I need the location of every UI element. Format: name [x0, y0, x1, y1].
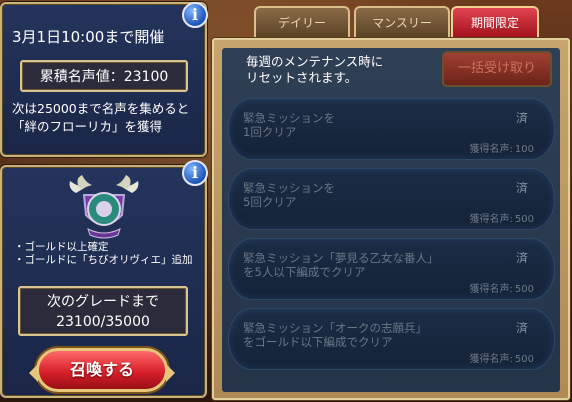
reward-value: 500: [514, 284, 534, 295]
next-grade-label: 次のグレードまで: [47, 294, 159, 310]
reset-note-line1: 毎週のメンテナンス時に: [246, 54, 384, 69]
mission-title-line2: をゴールド以下編成でクリア: [243, 335, 393, 349]
mission-item[interactable]: 緊急ミッションを 1回クリア 済 獲得名声: 100: [228, 98, 555, 160]
perk-item: ・ゴールド以上確定: [14, 241, 109, 253]
mission-title-line2: を5人以下編成でクリア: [243, 265, 366, 279]
claim-all-button[interactable]: 一括受け取り: [442, 51, 552, 87]
mission-title-line1: 緊急ミッションを: [243, 181, 335, 195]
reward-label: 獲得名声:: [469, 354, 513, 365]
mission-title-line2: 1回クリア: [243, 125, 297, 139]
next-reward-description: 次は25000まで名声を集めると 「絆のフローリカ」を獲得: [12, 100, 202, 136]
event-deadline: 3月1日10:00まで開催: [12, 28, 165, 46]
mission-title-line1: 緊急ミッションを: [243, 111, 335, 125]
mission-reward: 獲得名声: 100: [470, 140, 534, 155]
info-icon[interactable]: i: [182, 160, 208, 186]
mission-title: 緊急ミッションを 5回クリア: [243, 181, 493, 209]
mission-title-line1: 緊急ミッション「オークの志願兵」: [243, 321, 427, 335]
grade-perks: ・ゴールド以上確定 ・ゴールドに「ちびオリヴィエ」追加: [14, 241, 193, 267]
reset-note: 毎週のメンテナンス時に リセットされます。: [246, 54, 383, 86]
reset-note-line2: リセットされます。: [246, 70, 358, 85]
mission-status: 済: [515, 181, 528, 195]
mission-status: 済: [515, 321, 528, 335]
mission-status: 済: [515, 251, 528, 265]
fame-total-text: 累積名声値：23100: [39, 69, 169, 85]
mission-title: 緊急ミッションを 1回クリア: [243, 111, 493, 139]
next-grade-box: 次のグレードまで 23100/35000: [18, 286, 188, 336]
mission-title: 緊急ミッション「オークの志願兵」 をゴールド以下編成でクリア: [243, 321, 493, 349]
reward-label: 獲得名声:: [469, 284, 513, 295]
reward-value: 500: [514, 214, 534, 225]
tab-monthly[interactable]: マンスリー: [354, 6, 450, 38]
grade-emblem-icon: [69, 175, 139, 239]
mission-title-line1: 緊急ミッション「夢見る乙女な番人」: [243, 251, 439, 265]
mission-title: 緊急ミッション「夢見る乙女な番人」 を5人以下編成でクリア: [243, 251, 493, 279]
perk-item: ・ゴールドに「ちびオリヴィエ」追加: [14, 254, 193, 266]
fame-total-box: 累積名声値：23100: [20, 60, 188, 92]
next-grade-progress: 23100/35000: [56, 314, 150, 330]
reward-label: 獲得名声:: [469, 144, 513, 155]
mission-item[interactable]: 緊急ミッション「夢見る乙女な番人」 を5人以下編成でクリア 済 獲得名声: 500: [228, 238, 555, 300]
mission-reward: 獲得名声: 500: [470, 280, 534, 295]
tab-daily[interactable]: デイリー: [254, 6, 350, 38]
mission-item[interactable]: 緊急ミッション「オークの志願兵」 をゴールド以下編成でクリア 済 獲得名声: 50…: [228, 308, 555, 370]
tab-limited-time[interactable]: 期間限定: [451, 6, 539, 38]
mission-status: 済: [515, 111, 528, 125]
mission-item[interactable]: 緊急ミッションを 5回クリア 済 獲得名声: 500: [228, 168, 555, 230]
mission-title-line2: 5回クリア: [243, 195, 297, 209]
summon-button[interactable]: 召喚する: [29, 348, 175, 392]
reward-value: 500: [514, 354, 534, 365]
next-reward-line1: 次は25000まで名声を集めると: [12, 101, 190, 116]
reward-label: 獲得名声:: [469, 214, 513, 225]
reward-value: 100: [514, 144, 534, 155]
next-reward-line2: 「絆のフローリカ」を獲得: [12, 119, 163, 134]
info-icon[interactable]: i: [182, 2, 208, 28]
mission-reward: 獲得名声: 500: [470, 350, 534, 365]
mission-reward: 獲得名声: 500: [470, 210, 534, 225]
